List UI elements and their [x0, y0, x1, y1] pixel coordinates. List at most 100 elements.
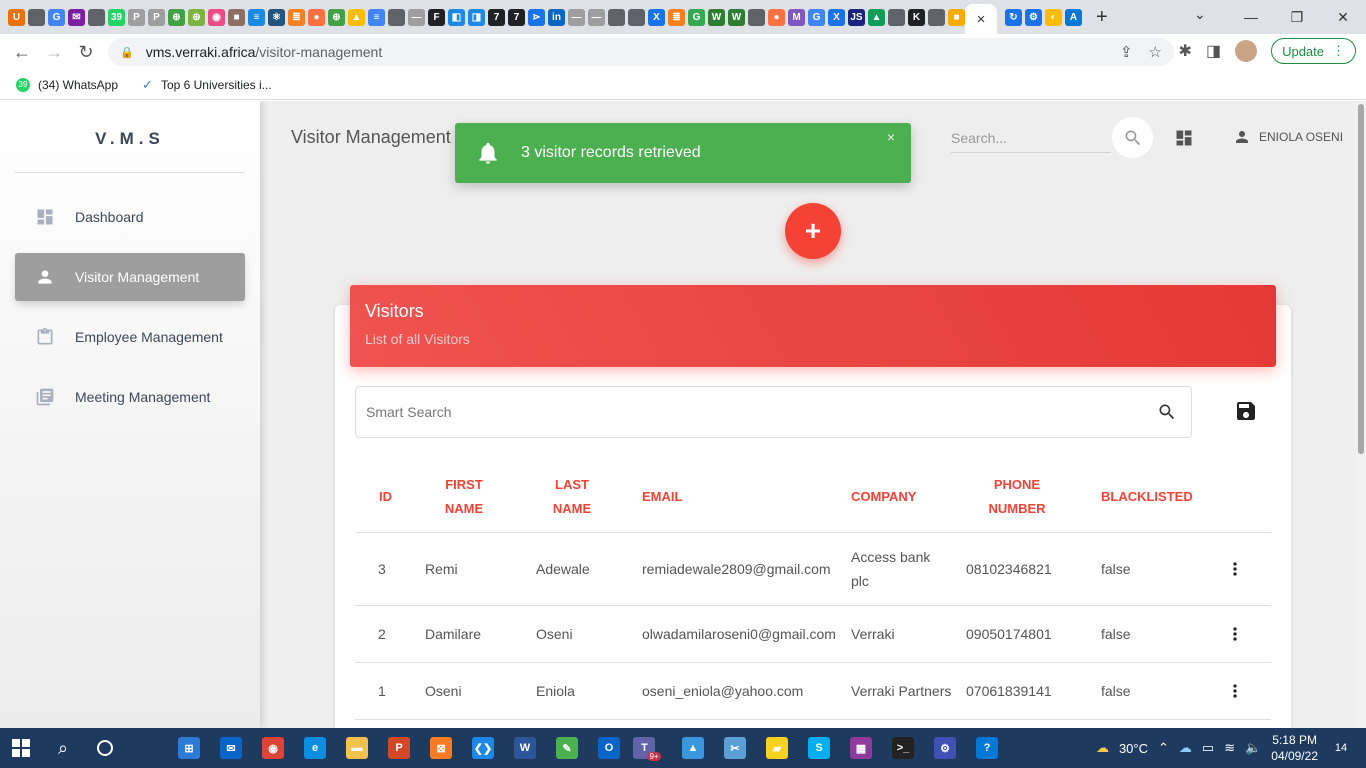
table-row[interactable]: 3 Remi Adewale remiadewale2809@gmail.com…: [355, 533, 1271, 606]
seven-icon[interactable]: 7: [508, 8, 525, 26]
mail-taskbar-button[interactable]: ✉: [210, 728, 252, 768]
line-icon[interactable]: —: [568, 8, 585, 26]
p-icon[interactable]: P: [128, 8, 145, 26]
profile-avatar[interactable]: [1235, 40, 1258, 62]
column-header-last-name[interactable]: LAST NAME: [547, 461, 597, 533]
azure-icon[interactable]: A: [1065, 8, 1082, 26]
column-header-first-name[interactable]: FIRST NAME: [438, 461, 490, 533]
temperature[interactable]: 30°C: [1119, 741, 1148, 756]
smart-search-input[interactable]: [366, 404, 1143, 420]
chat-icon[interactable]: ◨: [468, 8, 485, 26]
table-row[interactable]: 1 Oseni Eniola oseni_eniola@yahoo.com Ve…: [355, 663, 1271, 720]
word-taskbar-button[interactable]: W: [504, 728, 546, 768]
side-panel-icon[interactable]: ◨: [1206, 41, 1221, 61]
skype-taskbar-button[interactable]: S: [798, 728, 840, 768]
linkedin-icon[interactable]: in: [548, 8, 565, 26]
search-icon[interactable]: [1143, 402, 1191, 422]
globe-icon[interactable]: [888, 8, 905, 26]
add-visitor-button[interactable]: +: [785, 203, 841, 259]
wifi-icon[interactable]: ≋: [1224, 740, 1235, 756]
globe-icon[interactable]: [28, 8, 45, 26]
notepad-taskbar-button[interactable]: ✎: [546, 728, 588, 768]
snip-taskbar-button[interactable]: ✂: [714, 728, 756, 768]
stack-icon[interactable]: ≣: [288, 8, 305, 26]
eth-icon[interactable]: ⊕: [328, 8, 345, 26]
globe-icon[interactable]: [928, 8, 945, 26]
chat-icon[interactable]: ◧: [448, 8, 465, 26]
docs-icon[interactable]: ≡: [248, 8, 265, 26]
clock[interactable]: 5:18 PM 04/09/22: [1271, 732, 1318, 764]
m-icon[interactable]: M: [788, 8, 805, 26]
column-header-email[interactable]: EMAIL: [642, 461, 682, 533]
close-icon[interactable]: ×: [887, 129, 895, 145]
column-header-company[interactable]: COMPANY: [851, 461, 916, 533]
globe-icon[interactable]: [88, 8, 105, 26]
app-logo[interactable]: V.M.S: [15, 129, 245, 149]
share-icon[interactable]: ⇪: [1120, 43, 1133, 61]
restore-icon[interactable]: ❐: [1274, 0, 1320, 34]
close-window-icon[interactable]: ✕: [1320, 0, 1366, 34]
row-menu-button[interactable]: [1225, 533, 1245, 605]
sticky-notes-taskbar-button[interactable]: ▰: [756, 728, 798, 768]
reload-icon[interactable]: ↻: [70, 42, 102, 63]
drive-icon[interactable]: ▲: [868, 8, 885, 26]
scrollbar-thumb[interactable]: [1358, 104, 1364, 454]
save-button[interactable]: [1234, 399, 1258, 428]
stack-icon[interactable]: ≣: [668, 8, 685, 26]
globe-icon[interactable]: [628, 8, 645, 26]
header-search-input[interactable]: [951, 125, 1111, 151]
w-icon[interactable]: W: [728, 8, 745, 26]
bookmark-whatsapp[interactable]: 39 (34) WhatsApp: [16, 77, 118, 92]
update-button[interactable]: Update ⋮: [1271, 38, 1356, 64]
globe-icon[interactable]: [608, 8, 625, 26]
google-icon[interactable]: G: [808, 8, 825, 26]
header-search-button[interactable]: [1112, 117, 1153, 158]
google-icon[interactable]: G: [688, 8, 705, 26]
address-bar[interactable]: 🔒 vms.verraki.africa/visitor-management …: [108, 38, 1174, 66]
sidebar-item-dashboard[interactable]: Dashboard: [15, 193, 245, 241]
docs-icon[interactable]: ≡: [368, 8, 385, 26]
onedrive-icon[interactable]: ☁: [1179, 740, 1192, 756]
whatsapp-icon[interactable]: 39: [108, 8, 125, 26]
chevron-up-icon[interactable]: ⌃: [1158, 740, 1169, 756]
share-icon[interactable]: ⋗: [528, 8, 545, 26]
user-menu[interactable]: ENIOLA OSENI: [1233, 128, 1343, 146]
drive-icon[interactable]: ▲: [348, 8, 365, 26]
square-icon[interactable]: ■: [228, 8, 245, 26]
winrar-taskbar-button[interactable]: ▦: [840, 728, 882, 768]
vscode-taskbar-button[interactable]: ❮❯: [462, 728, 504, 768]
column-header-phone-number[interactable]: PHONE NUMBER: [983, 461, 1051, 533]
xampp-taskbar-button[interactable]: ⊠: [420, 728, 462, 768]
back-icon[interactable]: ←: [6, 42, 38, 63]
page-scrollbar[interactable]: [1356, 101, 1366, 728]
minimize-icon[interactable]: —: [1228, 0, 1274, 34]
ublock-icon[interactable]: U: [8, 8, 25, 26]
help-taskbar-button[interactable]: ?: [966, 728, 1008, 768]
tab-search-chevron-icon[interactable]: ⌄: [1194, 6, 1206, 23]
start-button[interactable]: [0, 728, 42, 768]
task-view-taskbar-button[interactable]: [126, 728, 168, 768]
cortana-button[interactable]: [84, 728, 126, 768]
google-icon[interactable]: G: [48, 8, 65, 26]
x-icon[interactable]: X: [648, 8, 665, 26]
line-icon[interactable]: —: [408, 8, 425, 26]
row-menu-button[interactable]: [1225, 606, 1245, 662]
table-row[interactable]: 2 Damilare Oseni olwadamilaroseni0@gmail…: [355, 606, 1271, 663]
close-tab-icon[interactable]: ×: [977, 11, 986, 28]
store-taskbar-button[interactable]: ⊞: [168, 728, 210, 768]
circle-icon[interactable]: ◐: [1045, 8, 1062, 26]
sync-icon[interactable]: ↻: [1005, 8, 1022, 26]
react-icon[interactable]: ⚛: [268, 8, 285, 26]
lock-icon[interactable]: 🔒: [120, 46, 134, 59]
dashboard-grid-button[interactable]: [1174, 128, 1194, 153]
notification-center-icon[interactable]: 14: [1328, 736, 1354, 760]
globe-icon[interactable]: [388, 8, 405, 26]
volume-icon[interactable]: 🔈: [1245, 740, 1261, 756]
powerpoint-taskbar-button[interactable]: P: [378, 728, 420, 768]
new-tab-plus-icon[interactable]: +: [1096, 6, 1108, 29]
js-icon[interactable]: JS: [848, 8, 865, 26]
photos-taskbar-button[interactable]: ▲: [672, 728, 714, 768]
row-menu-button[interactable]: [1225, 663, 1245, 719]
active-tab[interactable]: ×: [965, 4, 997, 34]
battery-icon[interactable]: ▭: [1202, 740, 1214, 756]
